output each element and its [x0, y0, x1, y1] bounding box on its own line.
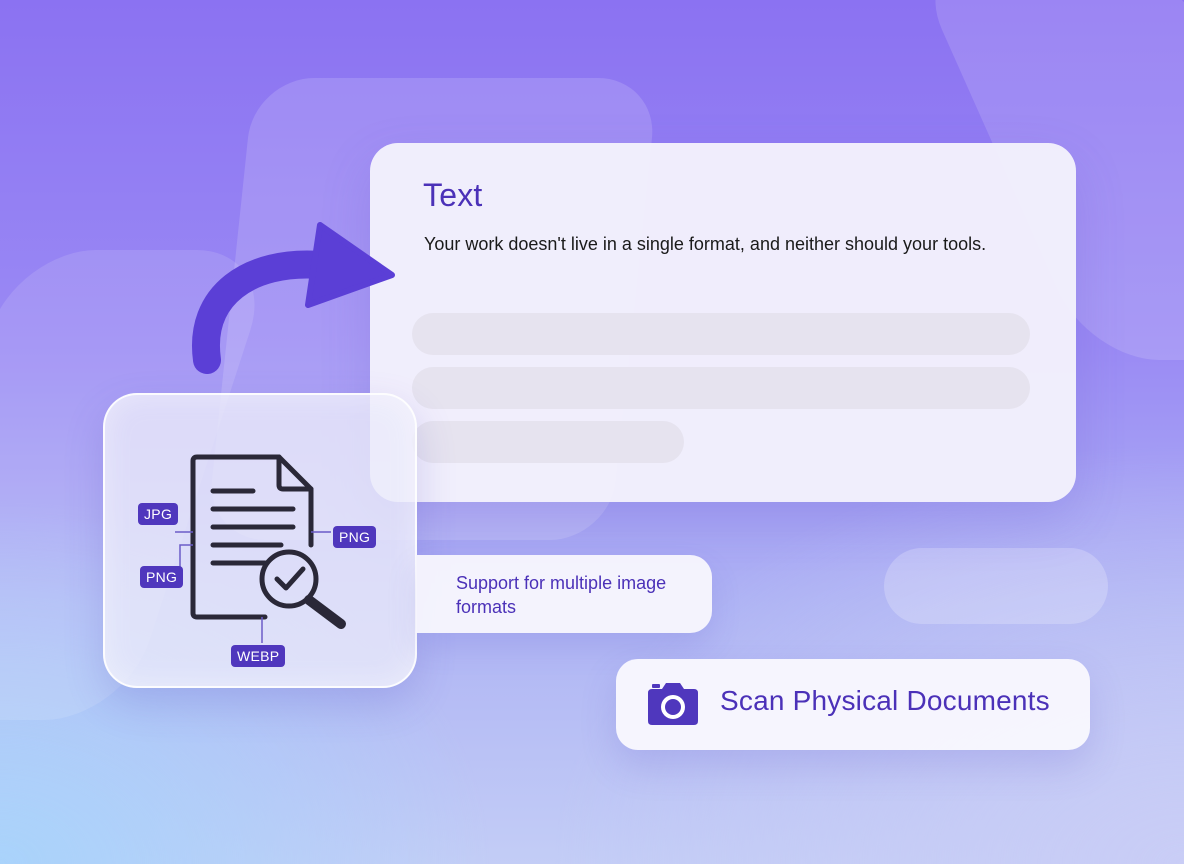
card-title: Text: [423, 177, 483, 213]
format-tag-png: PNG: [140, 566, 184, 588]
format-tag-jpg: JPG: [138, 503, 179, 525]
placeholder-line: [412, 367, 1030, 409]
support-label: Support for multiple image formats: [456, 573, 667, 617]
text-output-card: Text Your work doesn't live in a single …: [370, 143, 1076, 502]
background-pill-shape: [884, 548, 1108, 624]
placeholder-line: [412, 421, 684, 463]
camera-icon: [648, 683, 698, 725]
multiple-formats-label: Support for multiple image formats: [416, 555, 712, 633]
image-formats-card: JPG PNG PNG WEBP: [103, 393, 417, 688]
scan-documents-button[interactable]: Scan Physical Documents: [616, 659, 1090, 750]
card-description: Your work doesn't live in a single forma…: [424, 234, 987, 254]
curved-arrow-icon: [192, 222, 395, 374]
format-tag-webp: WEBP: [231, 645, 286, 667]
format-tag-png: PNG: [333, 526, 377, 548]
scan-label: Scan Physical Documents: [720, 685, 1050, 716]
placeholder-line: [412, 313, 1030, 355]
